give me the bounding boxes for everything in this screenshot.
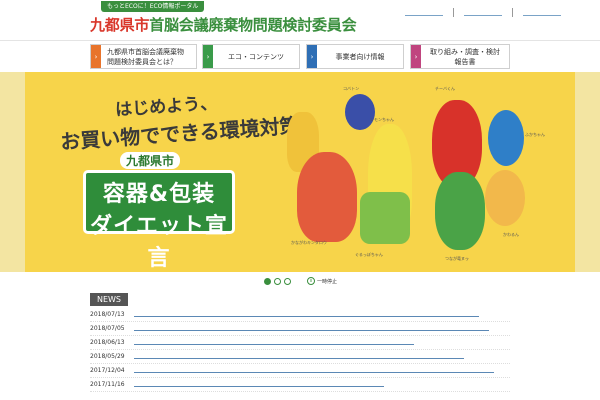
portal-tagline: もっとECOに！ECO情報ポータル bbox=[101, 1, 205, 12]
pause-button[interactable]: ॥ 一時停止 bbox=[306, 277, 337, 285]
nav-item-reports[interactable]: › 取り組み・調査・検討報告書 bbox=[410, 44, 510, 69]
nav-item-business-info[interactable]: › 事業者向け情報 bbox=[306, 44, 404, 69]
slider-controls: ॥ 一時停止 bbox=[0, 272, 600, 290]
news-date: 2018/05/29 bbox=[90, 353, 125, 360]
mascot-label: イーオ bbox=[263, 122, 275, 127]
nav-item-label: 九都県市首脳会議廃棄物問題検討委員会とは？ bbox=[107, 47, 184, 66]
site-header: もっとECOに！ECO情報ポータル 九都県市首脳会議廃棄物問題検討委員会 bbox=[0, 0, 600, 40]
chevron-right-icon: › bbox=[411, 45, 421, 68]
site-title-prefix: 九都県市 bbox=[90, 16, 150, 34]
news-title-link[interactable] bbox=[134, 382, 384, 387]
hero-banner[interactable]: はじめよう、 お買い物でできる環境対策。 九都県市 容器&包装 ダイエット宣言 … bbox=[25, 72, 575, 272]
news-title-link[interactable] bbox=[134, 354, 464, 359]
news-item: 2018/07/13 bbox=[90, 308, 510, 322]
slide-dot-1[interactable] bbox=[264, 277, 272, 285]
utility-separator bbox=[453, 8, 454, 17]
mascot-kawarun bbox=[485, 170, 525, 226]
chevron-right-icon: › bbox=[91, 45, 101, 68]
nav-item-eco-contents[interactable]: › エコ・コンテンツ bbox=[202, 44, 300, 69]
logo-line1: 容器&包装 bbox=[102, 182, 216, 207]
news-item: 2017/12/04 bbox=[90, 364, 510, 378]
news-title-link[interactable] bbox=[134, 368, 494, 373]
news-title-link[interactable] bbox=[134, 326, 489, 331]
news-heading: NEWS bbox=[90, 293, 128, 306]
site-title[interactable]: 九都県市首脳会議廃棄物問題検討委員会 bbox=[90, 14, 357, 35]
mascot-label: コバトン bbox=[343, 86, 360, 91]
banner-city-tag: 九都県市 bbox=[120, 152, 181, 169]
news-date: 2017/11/16 bbox=[90, 381, 125, 388]
news-item: 2017/11/16 bbox=[90, 378, 510, 392]
news-item: 2018/07/05 bbox=[90, 322, 510, 336]
news-title-link[interactable] bbox=[134, 340, 414, 345]
news-list: 2018/07/13 2018/07/05 2018/06/13 2018/05… bbox=[90, 308, 510, 392]
nav-item-label: エコ・コンテンツ bbox=[228, 52, 284, 61]
news-date: 2018/07/05 bbox=[90, 325, 125, 332]
chevron-right-icon: › bbox=[307, 45, 317, 68]
utility-separator bbox=[512, 8, 513, 17]
nav-item-label: 取り組み・調査・検討報告書 bbox=[430, 47, 500, 66]
mascot-gurutto bbox=[360, 192, 410, 244]
mascot-label: かながわキンタロウ bbox=[291, 240, 327, 245]
mascot-label: つなが竜ヌゥ bbox=[445, 256, 469, 261]
mascot-label: レモンちゃん bbox=[370, 117, 394, 122]
mascot-tsunagaryu bbox=[435, 172, 485, 250]
news-date: 2017/12/04 bbox=[90, 367, 125, 374]
mascot-kintaro bbox=[297, 152, 357, 242]
mascot-label: ふかちゃん bbox=[525, 132, 545, 137]
nav-item-label: 事業者向け情報 bbox=[335, 52, 385, 61]
mascot-label: かわるん bbox=[503, 232, 519, 237]
chevron-right-icon: › bbox=[203, 45, 213, 68]
utility-link-2[interactable] bbox=[464, 10, 502, 16]
slide-dot-2[interactable] bbox=[274, 277, 282, 285]
diet-declaration-logo: 容器&包装 ダイエット宣言 bbox=[83, 170, 235, 271]
mascot-fukachan bbox=[488, 110, 524, 166]
news-title-link[interactable] bbox=[134, 312, 479, 317]
main-nav: › 九都県市首脳会議廃棄物問題検討委員会とは？ › エコ・コンテンツ › 事業者… bbox=[0, 40, 600, 72]
mascot-label: チーバくん bbox=[435, 86, 455, 91]
mascot-kobaton bbox=[345, 94, 375, 130]
utility-link-3[interactable] bbox=[523, 10, 561, 16]
pause-icon: ॥ bbox=[306, 277, 315, 285]
news-item: 2018/06/13 bbox=[90, 336, 510, 350]
news-date: 2018/06/13 bbox=[90, 339, 125, 346]
news-item: 2018/05/29 bbox=[90, 350, 510, 364]
nav-item-about[interactable]: › 九都県市首脳会議廃棄物問題検討委員会とは？ bbox=[90, 44, 197, 69]
pause-label: 一時停止 bbox=[316, 278, 337, 285]
banner-next-slide-peek bbox=[575, 72, 600, 272]
utility-links bbox=[395, 8, 571, 17]
slide-dot-3[interactable] bbox=[284, 277, 292, 285]
banner-prev-slide-peek bbox=[0, 72, 25, 272]
logo-line2: ダイエット宣言 bbox=[90, 214, 228, 271]
site-title-rest: 首脳会議廃棄物問題検討委員会 bbox=[149, 16, 357, 34]
news-date: 2018/07/13 bbox=[90, 311, 125, 318]
mascot-label: ぐるっぽちゃん bbox=[355, 252, 383, 257]
utility-link-1[interactable] bbox=[405, 10, 443, 16]
